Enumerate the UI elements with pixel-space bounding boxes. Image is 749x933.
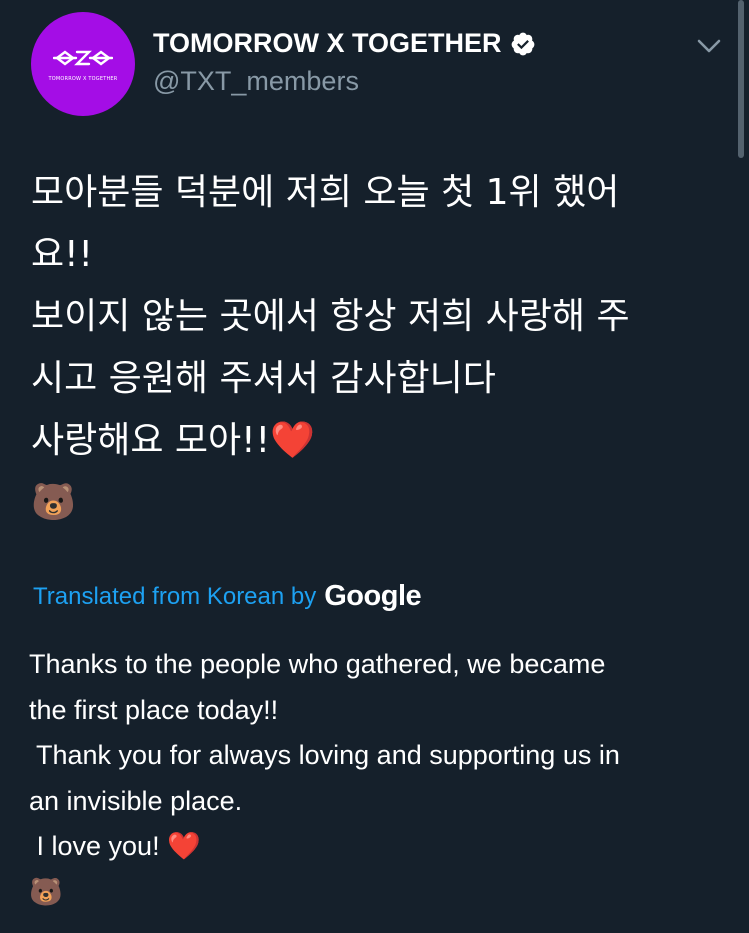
avatar[interactable]: TOMORROW X TOGETHER	[31, 12, 135, 116]
korean-line-bear: 🐻	[31, 472, 731, 534]
english-line: Thank you for always loving and supporti…	[29, 740, 620, 770]
user-handle[interactable]: @TXT_members	[153, 66, 359, 97]
korean-line: 모아분들 덕분에 저희 오늘 첫 1위 했어	[31, 172, 620, 213]
translated-from-label[interactable]: Translated from Korean by	[33, 583, 316, 611]
english-line: I love you!	[29, 831, 168, 861]
scrollbar[interactable]	[738, 0, 744, 158]
avatar-brand-text: TOMORROW X TOGETHER	[48, 75, 118, 82]
verified-badge-icon	[510, 31, 536, 57]
english-line: Thanks to the people who gathered, we be…	[29, 649, 606, 679]
heart-emoji-icon: ❤️	[167, 831, 201, 861]
display-name[interactable]: TOMORROW X TOGETHER	[153, 28, 502, 59]
bear-emoji-icon: 🐻	[29, 876, 63, 907]
korean-line: 요!!	[31, 234, 93, 275]
display-name-row[interactable]: TOMORROW X TOGETHER	[153, 28, 536, 59]
korean-line: 사랑해요 모아!!	[31, 420, 271, 461]
english-line: an invisible place.	[29, 785, 243, 816]
tweet: TOMORROW X TOGETHER TOMORROW X TOGETHER …	[0, 0, 749, 933]
korean-line-with-heart: 사랑해요 모아!!❤️	[31, 410, 731, 472]
translation-attribution[interactable]: Translated from Korean by Google	[33, 580, 422, 613]
chevron-down-icon[interactable]	[694, 33, 724, 59]
korean-line: 보이지 않는 곳에서 항상 저희 사랑해 주	[31, 296, 630, 337]
korean-line: 시고 응원해 주셔서 감사합니다	[31, 358, 496, 399]
txt-logo-icon	[52, 47, 114, 72]
google-logo: Google	[324, 580, 422, 612]
english-line-bear: 🐻	[29, 870, 729, 916]
english-line-with-heart: I love you! ❤️	[29, 824, 729, 870]
heart-emoji-icon: ❤️	[270, 420, 315, 461]
tweet-text-translation: Thanks to the people who gathered, we be…	[29, 642, 729, 915]
tweet-text-korean: 모아분들 덕분에 저희 오늘 첫 1위 했어 요!! 보이지 않는 곳에서 항상…	[31, 162, 731, 534]
bear-emoji-icon: 🐻	[31, 482, 76, 523]
english-line: the first place today!!	[29, 694, 279, 725]
